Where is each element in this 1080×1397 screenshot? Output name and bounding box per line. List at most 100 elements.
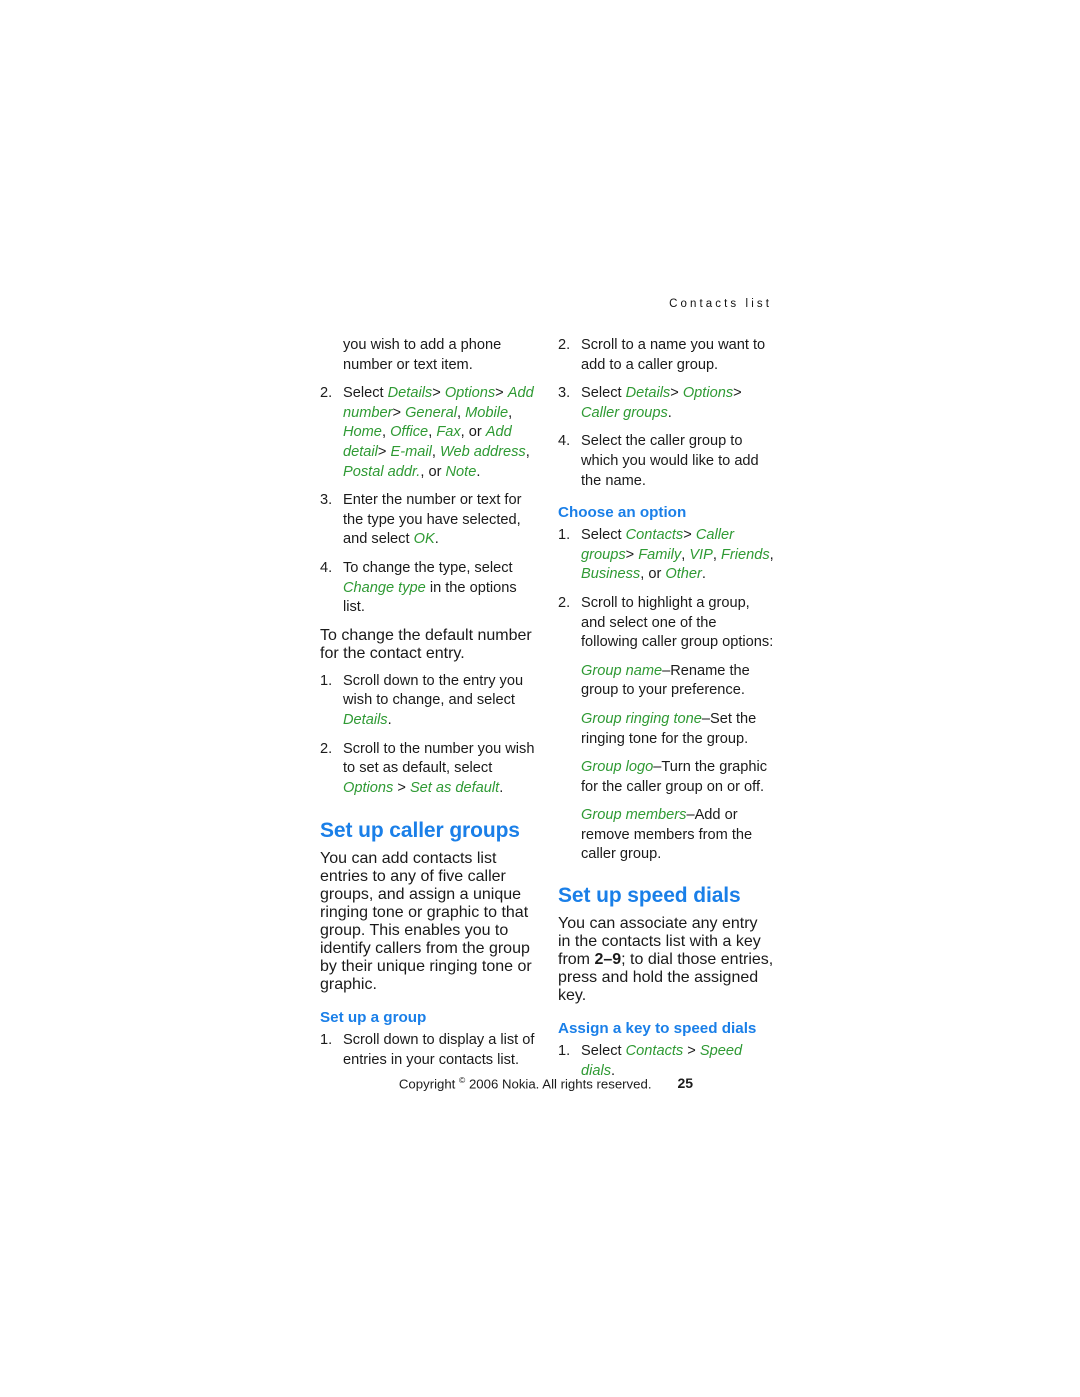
heading-set-up-caller-groups: Set up caller groups (320, 819, 520, 843)
separator: > (495, 385, 504, 402)
ui-label-web-address: Web address (439, 443, 526, 460)
speed-dials-key-range: 2–9 (594, 951, 622, 969)
list-number: 1. (320, 1032, 333, 1049)
list-number: 2. (558, 337, 571, 353)
ui-label-friends: Friends (720, 546, 770, 563)
list-text: Select Contacts> Caller groups> Family, … (581, 527, 774, 582)
period: . (701, 566, 706, 583)
copyright-symbol: © (459, 1075, 466, 1085)
list-text: Select Details> Options> Caller groups. (581, 385, 742, 421)
list-number: 3. (320, 492, 333, 509)
separator: > (392, 404, 402, 421)
list-text: To change the type, select Change type i… (343, 560, 517, 615)
ui-label-options: Options (682, 385, 734, 402)
caller-groups-body-text: You can add contacts list entries to any… (320, 850, 532, 994)
lead-text: Scroll to the number you wish to set as … (343, 740, 535, 777)
period: . (499, 779, 504, 796)
list-item-set-as-default: 2. Scroll to the number you wish to set … (320, 740, 536, 799)
comma: , (431, 443, 436, 460)
ui-label-note: Note (445, 463, 477, 480)
comma: , (525, 443, 530, 460)
ui-label-options: Options (343, 779, 394, 796)
subsection-choose-an-option: Choose an option (558, 503, 774, 523)
list-number: 2. (320, 385, 333, 402)
list-item-enter-number: 3. Enter the number or text for the type… (320, 491, 536, 550)
list-text: Select Details> Options> Add number> Gen… (343, 385, 534, 479)
ui-label-ok: OK (413, 531, 435, 548)
subheading-set-up-a-group: Set up a group (320, 1009, 427, 1027)
list-number: 2. (558, 594, 571, 611)
list-text: Scroll down to display a list of entries… (343, 1032, 535, 1068)
separator: > (432, 385, 441, 402)
list-item-scroll-name: 2. Scroll to a name you want to add to a… (558, 336, 774, 375)
option-group-name: Group name–Rename the group to your pref… (558, 662, 774, 701)
comma: , (508, 404, 513, 421)
right-column: 2. Scroll to a name you want to add to a… (558, 336, 774, 1090)
comma: , (428, 424, 433, 441)
comma: , (681, 546, 686, 563)
period: . (476, 463, 481, 480)
list-item-scroll-entry: 1. Scroll down to the entry you wish to … (320, 672, 536, 731)
two-column-body: you wish to add a phone number or text i… (320, 336, 775, 1090)
list-item-select-contacts-caller-groups: 1. Select Contacts> Caller groups> Famil… (558, 526, 774, 585)
dash: – (701, 710, 711, 727)
comma: , (381, 424, 386, 441)
ui-label-office: Office (390, 424, 429, 441)
ui-label-contacts: Contacts (625, 1043, 684, 1060)
page-number: 25 (677, 1075, 694, 1092)
list-item-scroll-display-list: 1. Scroll down to display a list of entr… (320, 1031, 536, 1070)
ui-label-details: Details (343, 711, 388, 728)
list-number: 3. (558, 385, 571, 402)
speed-dials-body-text-2: ; to dial those entries, press and hold … (558, 951, 774, 1005)
ui-label-details: Details (625, 385, 671, 402)
heading-set-up-speed-dials: Set up speed dials (558, 884, 741, 908)
ui-label-fax: Fax (436, 424, 461, 441)
list-number: 2. (320, 740, 333, 757)
separator: > (683, 527, 692, 544)
ui-label-family: Family (638, 546, 682, 563)
option-group-members: Group members–Add or remove members from… (558, 806, 774, 865)
section-caller-groups: Set up caller groups (320, 818, 536, 844)
lead-text: To change the type, select (343, 559, 513, 576)
lead-text: Select (581, 527, 622, 544)
subheading-assign-a-key-to-speed-dials: Assign a key to speed dials (558, 1020, 757, 1038)
separator: > (397, 779, 406, 796)
or-text: , or (460, 424, 482, 441)
page-footer: Copyright © 2006 Nokia. All rights reser… (320, 1071, 772, 1093)
list-item-change-type: 4. To change the type, select Change typ… (320, 559, 536, 618)
continuation-paragraph: you wish to add a phone number or text i… (320, 336, 536, 375)
manual-page: Contacts list you wish to add a phone nu… (0, 0, 1080, 1397)
default-number-text: To change the default number for the con… (320, 626, 532, 662)
separator: > (670, 385, 679, 402)
dash: – (686, 807, 695, 824)
caller-groups-body: You can add contacts list entries to any… (320, 850, 536, 994)
separator: > (377, 443, 387, 460)
speed-dials-body: You can associate any entry in the conta… (558, 915, 774, 1005)
option-group-logo: Group logo–Turn the graphic for the call… (558, 758, 774, 797)
period: . (667, 404, 672, 421)
subsection-set-up-a-group: Set up a group (320, 1008, 536, 1028)
period: . (434, 531, 439, 548)
ui-label-change-type: Change type (343, 579, 426, 596)
ui-label-other: Other (665, 566, 702, 583)
lead-text: Select (581, 1043, 622, 1060)
period: . (387, 711, 392, 728)
lead-text: Scroll down to the entry you wish to cha… (343, 672, 524, 709)
default-number-paragraph: To change the default number for the con… (320, 627, 536, 663)
lead-text: Select (581, 385, 622, 402)
left-column: you wish to add a phone number or text i… (320, 336, 536, 1079)
subsection-assign-key: Assign a key to speed dials (558, 1019, 774, 1039)
list-item-scroll-highlight-group: 2. Scroll to highlight a group, and sele… (558, 594, 774, 653)
section-speed-dials: Set up speed dials (558, 883, 774, 909)
ui-label-caller-groups: Caller groups (581, 404, 668, 421)
list-text: Select the caller group to which you wou… (581, 433, 759, 489)
ui-label-details: Details (387, 385, 433, 402)
lead-text: Select (343, 385, 384, 402)
copyright-rest: 2006 Nokia. All rights reserved. (468, 1076, 652, 1092)
comma: , (712, 546, 717, 563)
ui-label-contacts: Contacts (625, 527, 684, 544)
separator: > (625, 546, 635, 563)
ui-label-group-logo: Group logo (581, 759, 654, 776)
ui-label-postal-addr: Postal addr. (343, 463, 421, 480)
ui-label-group-ringing-tone: Group ringing tone (581, 710, 702, 727)
